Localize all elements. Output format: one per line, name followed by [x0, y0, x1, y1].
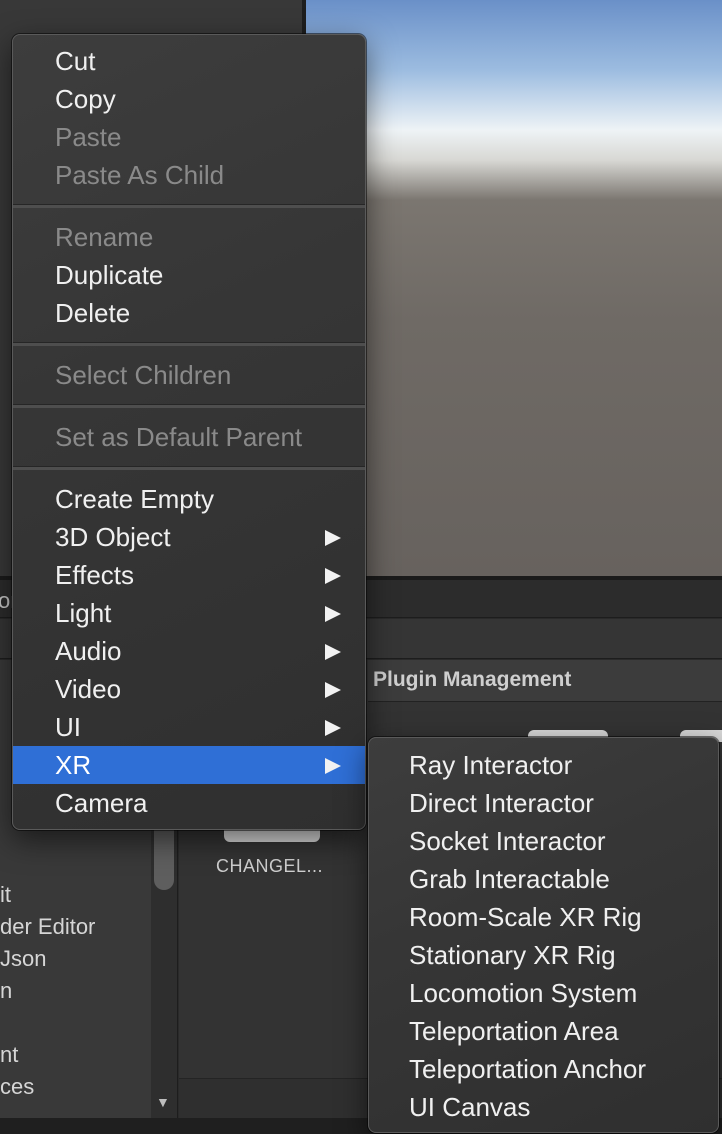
menu-item-label: Select Children — [55, 360, 232, 390]
menu-item-rename: Rename — [13, 218, 365, 256]
menu-item-duplicate[interactable]: Duplicate — [13, 256, 365, 294]
submenu-arrow-icon — [325, 530, 341, 546]
scroll-down-arrow-icon[interactable]: ▼ — [156, 1094, 170, 1110]
menu-item-label: Paste — [55, 122, 122, 152]
menu-separator — [13, 394, 365, 418]
menu-item-video[interactable]: Video — [13, 670, 365, 708]
menu-item-label: Cut — [55, 46, 96, 76]
submenu-item-ui-canvas[interactable]: UI Canvas — [369, 1088, 718, 1126]
menu-item-select-children: Select Children — [13, 356, 365, 394]
menu-item-paste: Paste — [13, 118, 365, 156]
tree-item[interactable]: Json — [0, 946, 46, 972]
menu-item-ui[interactable]: UI — [13, 708, 365, 746]
menu-item-label: Paste As Child — [55, 160, 225, 190]
menu-item-audio[interactable]: Audio — [13, 632, 365, 670]
menu-item-label: 3D Object — [55, 522, 171, 552]
menu-item-label: Video — [55, 674, 122, 704]
plugin-management-header[interactable]: Plugin Management — [368, 660, 722, 702]
menu-item-label: Camera — [55, 788, 148, 818]
menu-item-3d-object[interactable]: 3D Object — [13, 518, 365, 556]
menu-item-label: Audio — [55, 636, 122, 666]
submenu-item-label: Stationary XR Rig — [409, 940, 616, 970]
submenu-item-grab-interactable[interactable]: Grab Interactable — [369, 860, 718, 898]
menu-separator — [13, 456, 365, 480]
tree-item[interactable]: ces — [0, 1074, 34, 1100]
submenu-item-locomotion-system[interactable]: Locomotion System — [369, 974, 718, 1012]
menu-item-delete[interactable]: Delete — [13, 294, 365, 332]
submenu-item-room-scale-xr-rig[interactable]: Room-Scale XR Rig — [369, 898, 718, 936]
menu-item-paste-as-child: Paste As Child — [13, 156, 365, 194]
menu-item-camera[interactable]: Camera — [13, 784, 365, 822]
submenu-item-label: Locomotion System — [409, 978, 638, 1008]
menu-item-xr[interactable]: XR — [13, 746, 365, 784]
submenu-arrow-icon — [325, 644, 341, 660]
submenu-item-label: Teleportation Anchor — [409, 1054, 647, 1084]
submenu-item-ray-interactor[interactable]: Ray Interactor — [369, 746, 718, 784]
submenu-arrow-icon — [325, 606, 341, 622]
tree-item[interactable]: n — [0, 978, 12, 1004]
submenu-item-label: Grab Interactable — [409, 864, 610, 894]
asset-label[interactable]: CHANGEL... — [216, 856, 323, 877]
submenu-item-teleportation-anchor[interactable]: Teleportation Anchor — [369, 1050, 718, 1088]
menu-item-set-as-default-parent: Set as Default Parent — [13, 418, 365, 456]
tree-item[interactable]: der Editor — [0, 914, 95, 940]
menu-item-label: Create Empty — [55, 484, 214, 514]
menu-item-create-empty[interactable]: Create Empty — [13, 480, 365, 518]
menu-separator — [13, 332, 365, 356]
menu-item-label: Delete — [55, 298, 131, 328]
menu-item-label: Rename — [55, 222, 154, 252]
tree-item[interactable]: it — [0, 882, 11, 908]
menu-separator — [13, 194, 365, 218]
menu-item-effects[interactable]: Effects — [13, 556, 365, 594]
submenu-item-label: Socket Interactor — [409, 826, 606, 856]
menu-item-label: Light — [55, 598, 112, 628]
submenu-item-label: Room-Scale XR Rig — [409, 902, 642, 932]
menu-item-copy[interactable]: Copy — [13, 80, 365, 118]
submenu-arrow-icon — [325, 568, 341, 584]
menu-item-label: XR — [55, 750, 92, 780]
submenu-arrow-icon — [325, 758, 341, 774]
menu-item-label: Copy — [55, 84, 116, 114]
submenu-item-socket-interactor[interactable]: Socket Interactor — [369, 822, 718, 860]
submenu-item-label: Ray Interactor — [409, 750, 573, 780]
menu-item-light[interactable]: Light — [13, 594, 365, 632]
submenu-arrow-icon — [325, 720, 341, 736]
menu-item-label: Effects — [55, 560, 135, 590]
menu-item-label: Set as Default Parent — [55, 422, 303, 452]
submenu-item-stationary-xr-rig[interactable]: Stationary XR Rig — [369, 936, 718, 974]
xr-submenu: Ray Interactor Direct Interactor Socket In… — [368, 737, 719, 1133]
submenu-item-direct-interactor[interactable]: Direct Interactor — [369, 784, 718, 822]
scene-view[interactable] — [306, 0, 722, 578]
submenu-item-label: Teleportation Area — [409, 1016, 619, 1046]
submenu-item-label: Direct Interactor — [409, 788, 594, 818]
menu-item-cut[interactable]: Cut — [13, 42, 365, 80]
menu-item-label: UI — [55, 712, 81, 742]
submenu-item-teleportation-area[interactable]: Teleportation Area — [369, 1012, 718, 1050]
submenu-item-label: UI Canvas — [409, 1092, 531, 1122]
menu-item-label: Duplicate — [55, 260, 164, 290]
tree-item[interactable]: nt — [0, 1042, 18, 1068]
submenu-arrow-icon — [325, 682, 341, 698]
context-menu: Cut Copy Paste Paste As Child Rename Duplicat… — [12, 34, 366, 830]
